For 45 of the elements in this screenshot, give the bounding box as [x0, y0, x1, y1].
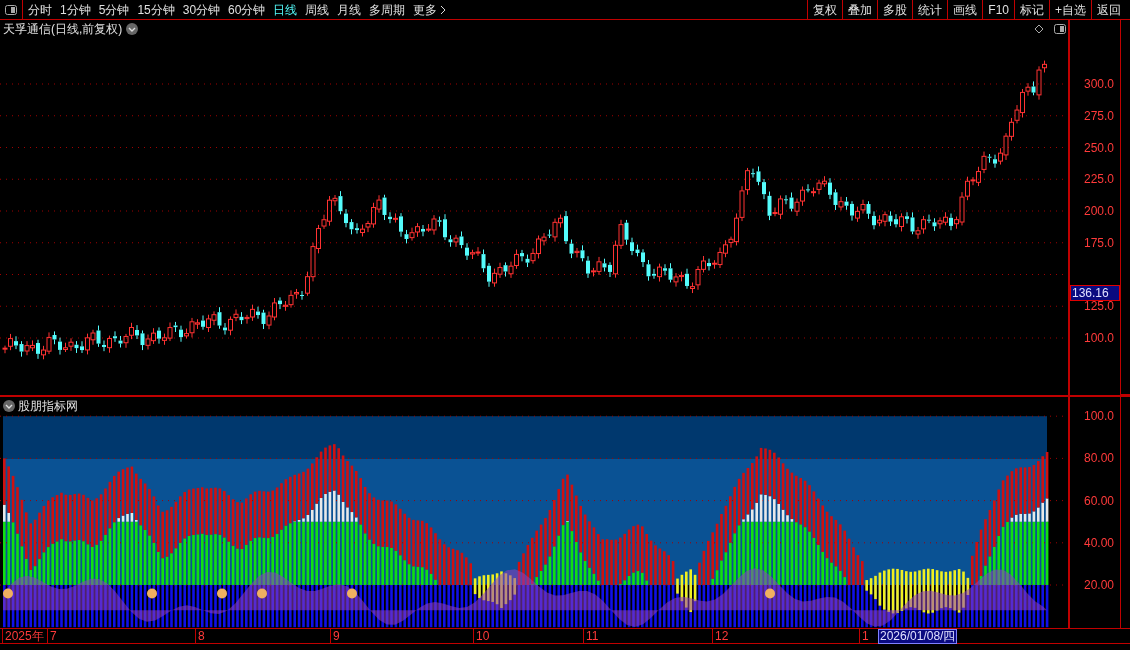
period-tab[interactable]: 分时: [28, 0, 52, 19]
period-tab[interactable]: 5分钟: [98, 0, 130, 19]
date-axis-label: 7: [47, 629, 57, 643]
toolbar-button[interactable]: 多股: [878, 0, 914, 19]
period-tab[interactable]: 60分钟: [228, 0, 266, 19]
period-tab[interactable]: 周线: [305, 0, 330, 19]
date-axis-label: 1: [859, 629, 869, 643]
toolbar-button[interactable]: +自选: [1050, 0, 1092, 19]
indicator-axis-label: 40.00: [1084, 536, 1115, 549]
toolbar-button[interactable]: 返回: [1092, 0, 1126, 19]
more-button[interactable]: 更多: [413, 0, 447, 19]
toolbar-button[interactable]: 统计: [913, 0, 949, 19]
cursor-date-label: 2026/01/08/四: [878, 629, 958, 644]
current-price-label: 136.16: [1070, 285, 1120, 302]
indicator-axis-label: 100.0: [1084, 410, 1115, 423]
indicator-title: 股朋指标网: [18, 397, 78, 415]
chart-title: 天孚通信(日线,前复权): [3, 21, 123, 38]
price-axis-label: 250.0: [1084, 141, 1115, 154]
period-tab[interactable]: 1分钟: [60, 0, 91, 19]
price-axis-label: 125.0: [1084, 300, 1115, 313]
price-axis-label: 100.0: [1084, 332, 1115, 344]
price-axis-label: 275.0: [1084, 109, 1115, 122]
indicator-axis-label: 80.00: [1084, 452, 1115, 465]
toolbar-button[interactable]: 叠加: [843, 0, 879, 19]
price-axis-label: 300.0: [1084, 78, 1115, 90]
period-tab[interactable]: 30分钟: [182, 0, 221, 19]
date-axis-label: 2025年: [2, 629, 44, 643]
date-axis-label: 8: [195, 629, 205, 643]
toolbar-button[interactable]: F10: [983, 0, 1015, 19]
period-tab[interactable]: 月线: [337, 0, 362, 19]
period-tab[interactable]: 日线: [273, 0, 298, 19]
toolbar-button[interactable]: 画线: [948, 0, 984, 19]
date-axis-label: 11: [583, 629, 599, 643]
period-tab[interactable]: 多周期: [369, 0, 406, 19]
toolbar-button[interactable]: 复权: [808, 0, 844, 19]
price-axis-label: 225.0: [1084, 173, 1115, 186]
indicator-axis-label: 20.00: [1084, 579, 1115, 591]
indicator-axis-label: 60.00: [1084, 494, 1115, 507]
date-axis-label: 12: [712, 629, 729, 643]
date-axis-label: 9: [330, 629, 340, 643]
toolbar-button[interactable]: 标记: [1015, 0, 1050, 19]
period-tab[interactable]: 15分钟: [137, 0, 175, 19]
price-axis-label: 200.0: [1084, 205, 1115, 217]
date-axis-label: 10: [473, 629, 490, 643]
price-axis-label: 175.0: [1084, 236, 1115, 249]
